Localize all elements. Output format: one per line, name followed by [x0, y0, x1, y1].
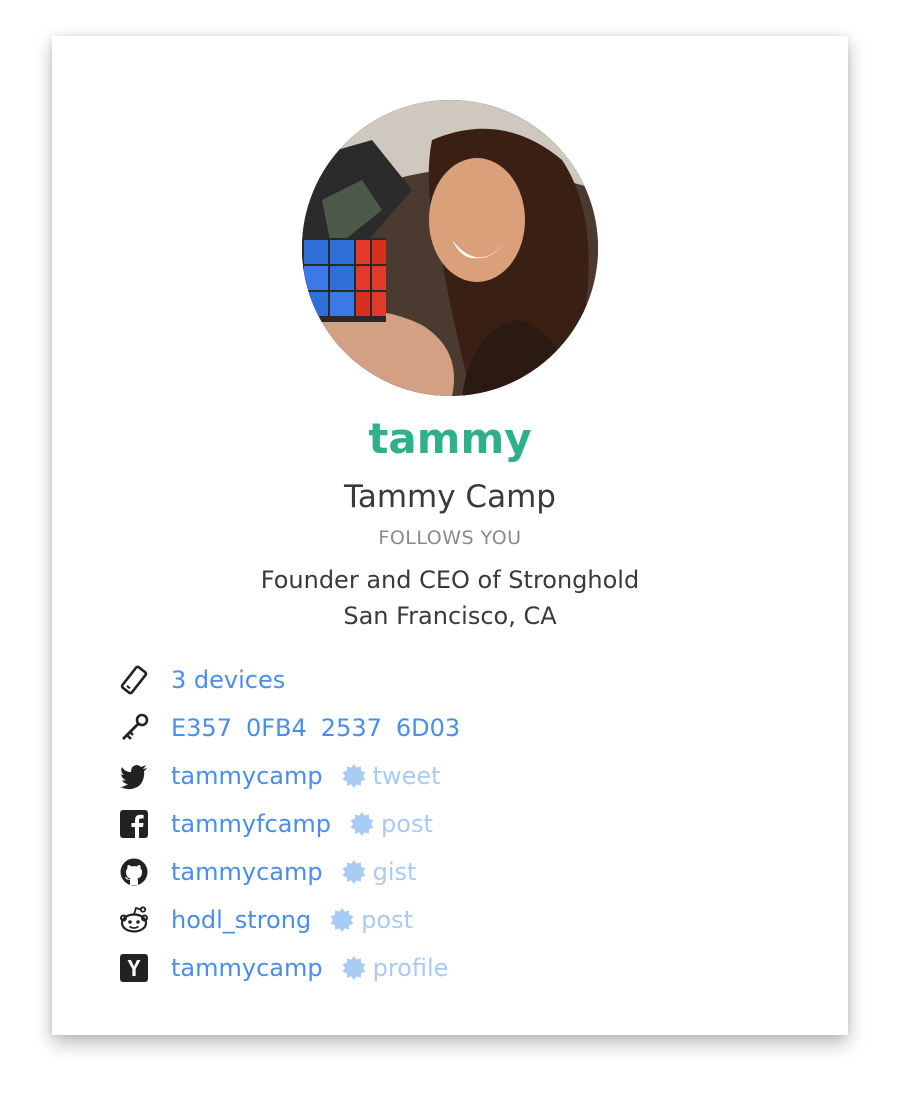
- fingerprint-block: 0FB4: [245, 714, 307, 742]
- twitter-handle-link[interactable]: tammycamp: [171, 762, 323, 790]
- follows-you-label: FOLLOWS YOU: [378, 527, 522, 549]
- verified-badge-icon: [349, 811, 375, 837]
- identity-list: 3 devices E357 0FB4 2537 6D03 tammycamp …: [116, 656, 816, 992]
- verified-badge-icon: [341, 859, 367, 885]
- pgp-fingerprint-link[interactable]: E357 0FB4 2537 6D03: [171, 714, 474, 742]
- devices-link[interactable]: 3 devices: [171, 666, 285, 694]
- reddit-proof-link[interactable]: post: [329, 906, 413, 934]
- profile-card: tammy Tammy Camp FOLLOWS YOU Founder and…: [52, 36, 848, 1035]
- fingerprint-block: 2537: [320, 714, 382, 742]
- facebook-handle-link[interactable]: tammyfcamp: [171, 810, 331, 838]
- fingerprint-block: E357: [171, 714, 232, 742]
- facebook-proof-link[interactable]: post: [349, 810, 433, 838]
- github-proof-link[interactable]: gist: [341, 858, 417, 886]
- location-text: San Francisco, CA: [343, 602, 557, 630]
- proof-label: post: [361, 906, 414, 934]
- phone-icon: [116, 662, 152, 698]
- facebook-icon: [116, 806, 152, 842]
- avatar[interactable]: [302, 100, 598, 396]
- proof-label: gist: [372, 858, 417, 886]
- github-icon: [116, 854, 152, 890]
- verified-badge-icon: [329, 907, 355, 933]
- bio-text: Founder and CEO of Stronghold: [260, 566, 640, 594]
- full-name: Tammy Camp: [344, 479, 556, 515]
- bio: Founder and CEO of Stronghold San Franci…: [52, 562, 848, 634]
- identity-row-facebook: tammyfcamp post: [116, 800, 816, 848]
- hackernews-icon: [116, 950, 152, 986]
- identity-row-key: E357 0FB4 2537 6D03: [116, 704, 816, 752]
- key-icon: [116, 710, 152, 746]
- fingerprint-block: 6D03: [395, 714, 461, 742]
- twitter-icon: [116, 758, 152, 794]
- username: tammy: [368, 414, 532, 463]
- hackernews-handle-link[interactable]: tammycamp: [171, 954, 323, 982]
- identity-row-hackernews: tammycamp profile: [116, 944, 816, 992]
- proof-label: post: [381, 810, 433, 838]
- identity-row-devices: 3 devices: [116, 656, 816, 704]
- verified-badge-icon: [341, 955, 367, 981]
- reddit-handle-link[interactable]: hodl_strong: [171, 906, 311, 934]
- twitter-proof-link[interactable]: tweet: [341, 762, 441, 790]
- proof-label: tweet: [372, 762, 441, 790]
- reddit-icon: [116, 902, 152, 938]
- identity-row-reddit: hodl_strong post: [116, 896, 816, 944]
- hackernews-proof-link[interactable]: profile: [341, 954, 449, 982]
- identity-row-github: tammycamp gist: [116, 848, 816, 896]
- github-handle-link[interactable]: tammycamp: [171, 858, 323, 886]
- identity-row-twitter: tammycamp tweet: [116, 752, 816, 800]
- verified-badge-icon: [341, 763, 367, 789]
- proof-label: profile: [372, 954, 449, 982]
- avatar-photo: [302, 100, 598, 396]
